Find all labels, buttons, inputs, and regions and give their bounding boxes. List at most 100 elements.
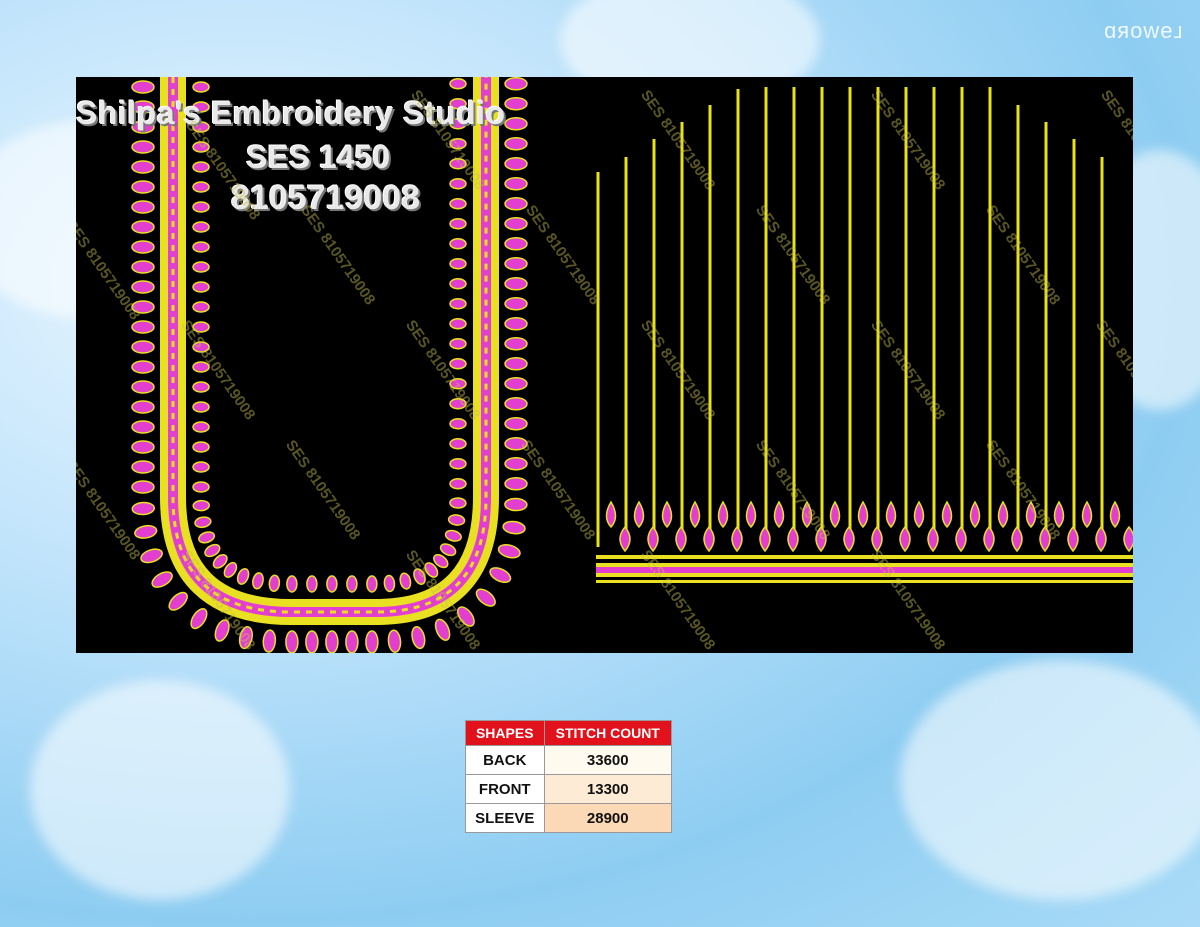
neckline-inner-petal [192, 441, 210, 453]
neckline-inner-petal [449, 217, 467, 230]
background-petal [30, 680, 290, 900]
border-petal-top [1081, 500, 1093, 529]
neckline-petal [131, 260, 155, 274]
neckline-petal [131, 180, 155, 194]
neckline-petal [131, 200, 155, 214]
neckline-inner-petal [286, 575, 298, 593]
table-row: FRONT 13300 [465, 774, 672, 804]
neckline-inner-petal [399, 572, 412, 590]
neckline-inner-petal [449, 77, 467, 90]
neckline-petal [131, 480, 155, 494]
shape-cell: BACK [465, 745, 545, 775]
border-petal-bottom [899, 525, 911, 553]
border-band-magenta [596, 567, 1133, 573]
border-petal-top [969, 500, 981, 529]
neckline-petal [504, 116, 528, 131]
neckline-inner-petal [449, 297, 467, 310]
count-cell: 28900 [543, 803, 672, 833]
neckline-petal [151, 571, 173, 588]
count-cell: 33600 [543, 745, 672, 775]
neckline-inner-petal [447, 514, 466, 526]
neckline-petal [262, 629, 277, 653]
neckline-petal [131, 420, 155, 434]
border-petal-bottom [955, 525, 967, 553]
border-petal-top [689, 500, 701, 529]
border-petal-top [1109, 500, 1121, 529]
neckline-inner-petal [449, 357, 467, 370]
neckline-petal [131, 280, 155, 294]
neckline-petal [497, 544, 521, 559]
neckline-inner-petal [383, 574, 396, 593]
border-petal-bottom [703, 525, 715, 553]
border-petal-bottom [1123, 525, 1133, 553]
neckline-inner-petal [449, 257, 467, 270]
neckline-petal [387, 629, 402, 653]
border-petal-top [885, 500, 897, 529]
neckline-inner-petal [236, 567, 250, 585]
border-petal-top [913, 500, 925, 529]
design-code: SES 1450 [246, 139, 391, 175]
neckline-petal [131, 160, 155, 174]
neckline-inner-petal [449, 457, 467, 470]
neckline-petal [285, 630, 299, 653]
neckline-petal [489, 567, 512, 584]
neckline-petal [131, 460, 155, 474]
neckline-inner-petal [306, 575, 318, 593]
table-row: SLEEVE 28900 [465, 803, 672, 833]
neckline-petal [504, 96, 528, 111]
neckline-petal [504, 416, 528, 431]
neckline-inner-petal [192, 81, 210, 93]
neckline-inner-petal [194, 516, 212, 529]
border-petal-bottom [1011, 525, 1023, 553]
border-petal-bottom [787, 525, 799, 553]
neckline-inner-petal [449, 337, 467, 350]
neckline-inner-petal [192, 201, 210, 213]
neckline-inner-petal [449, 197, 467, 210]
border-petal-bottom [731, 525, 743, 553]
neckline-inner-petal [192, 161, 210, 173]
border-petal-top [745, 500, 757, 529]
neckline-petal [140, 548, 163, 564]
neckline-inner-petal [449, 277, 467, 290]
border-petal-top [829, 500, 841, 529]
neckline-petal [131, 400, 155, 414]
border-petal-top [605, 500, 617, 529]
neckline-petal [504, 497, 528, 512]
border-petal-top [633, 500, 645, 529]
neckline-petal [504, 276, 528, 291]
neckline-inner-petal [192, 401, 210, 413]
neckline-petal [131, 220, 155, 234]
neckline-inner-petal [449, 237, 467, 250]
neckline-inner-petal [192, 281, 210, 293]
neckline-petal [131, 340, 155, 354]
border-petal-bottom [759, 525, 771, 553]
neckline-petal [504, 396, 528, 411]
corner-watermark: ʟɘᴡoʀɒ [1102, 18, 1182, 43]
neckline-petal [504, 296, 528, 311]
neckline-inner-petal [252, 572, 264, 590]
neckline-petal [504, 476, 528, 491]
neckline-petal [345, 630, 359, 653]
neckline-inner-petal [192, 301, 210, 313]
neckline-inner-petal [449, 317, 467, 330]
border-petal-top [717, 500, 729, 529]
neckline-inner-petal [192, 261, 210, 273]
border-petal-top [661, 500, 673, 529]
table-row: BACK 33600 [465, 745, 672, 775]
neckline-inner-petal [192, 381, 210, 393]
neckline-petal [131, 140, 155, 154]
border-petal-bottom [1095, 525, 1107, 553]
shape-cell: FRONT [465, 774, 545, 804]
neckline-inner-petal [366, 575, 378, 593]
background-petal [900, 660, 1200, 900]
embroidery-artwork [131, 77, 1133, 653]
count-cell: 13300 [543, 774, 672, 804]
neckline-petal [411, 626, 426, 650]
neckline-petal [504, 376, 528, 391]
border-petal-bottom [983, 525, 995, 553]
neckline-petal [504, 77, 528, 91]
neckline-inner-petal [192, 241, 210, 253]
neckline-petal [131, 380, 155, 394]
border-petal-bottom [843, 525, 855, 553]
shapes-header: SHAPES [465, 720, 545, 746]
